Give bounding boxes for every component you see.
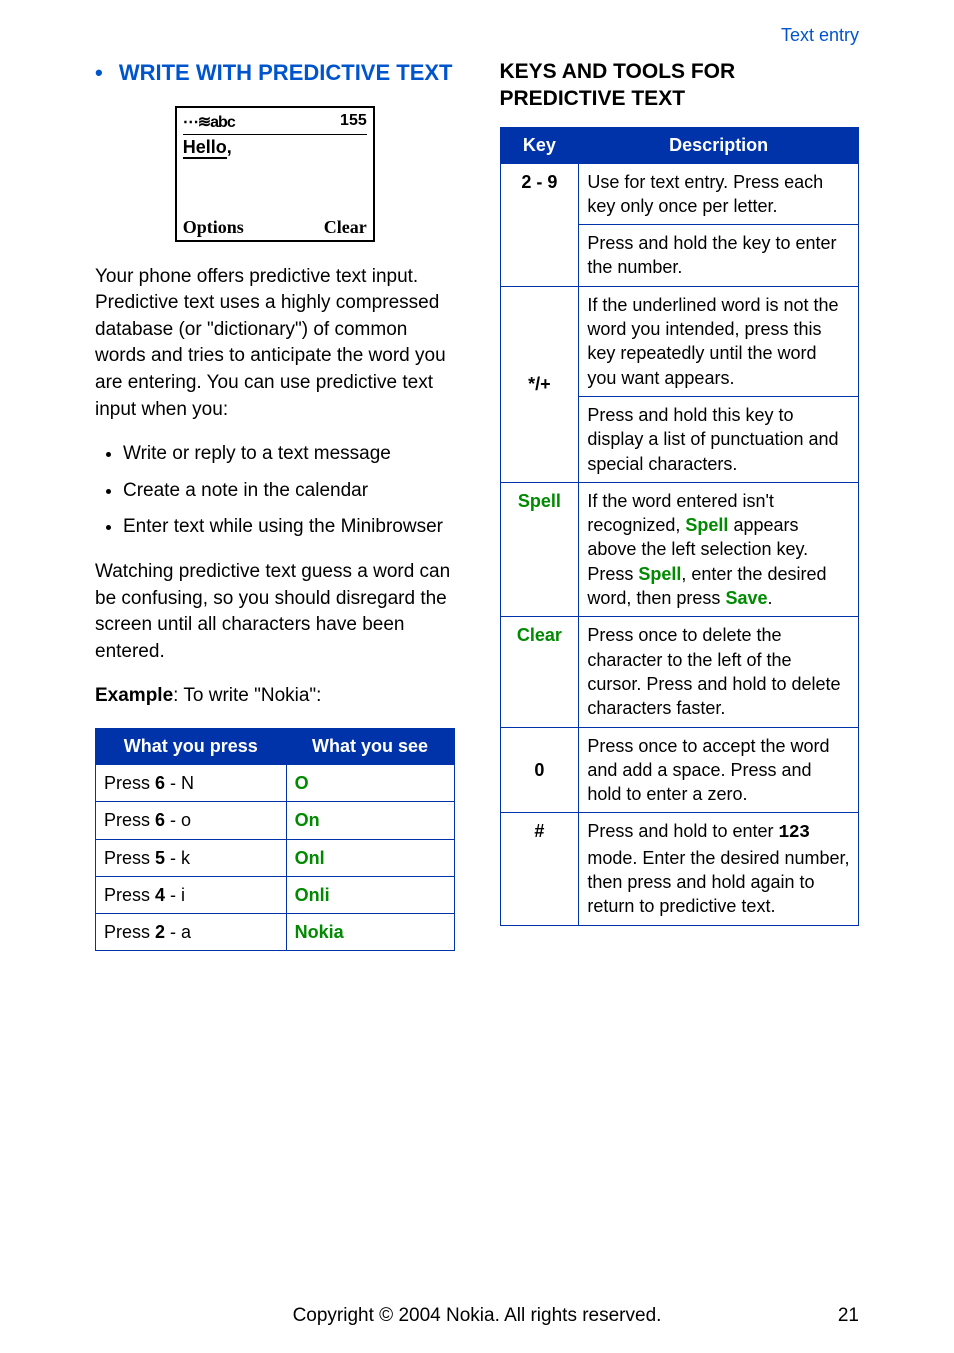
heading-text: WRITE WITH PREDICTIVE TEXT — [119, 60, 453, 85]
desc-part: If the underlined word is not the word y… — [579, 287, 858, 396]
press-pre: Press — [104, 848, 155, 868]
key-cell: */+ — [500, 286, 579, 482]
desc-cell: If the underlined word is not the word y… — [579, 286, 859, 482]
copyright-text: Copyright © 2004 Nokia. All rights reser… — [0, 1305, 954, 1327]
example-table: What you press What you see Press 6 - N … — [95, 728, 455, 951]
list-item: Enter text while using the Minibrowser — [123, 514, 455, 541]
press-suf: - i — [165, 885, 185, 905]
press-key: 6 — [155, 810, 165, 830]
col-header-desc: Description — [579, 127, 859, 163]
desc-text: . — [767, 588, 772, 608]
press-suf: - k — [165, 848, 190, 868]
phone-screenshot: ⋯≋abc 155 Hello, Options Clear — [175, 106, 375, 242]
see-cell: On — [286, 802, 454, 839]
table-row: Press 4 - i Onli — [96, 876, 455, 913]
key-cell: 2 - 9 — [500, 163, 579, 286]
section-heading-right: KEYS AND TOOLS FOR PREDICTIVE TEXT — [500, 58, 860, 113]
press-pre: Press — [104, 810, 155, 830]
press-suf: - o — [165, 810, 191, 830]
key-cell-spell: Spell — [500, 482, 579, 616]
desc-part: Press and hold the key to enter the numb… — [579, 224, 858, 286]
keys-table: Key Description 2 - 9 Use for text entry… — [500, 127, 860, 926]
desc-text: Press and hold to enter — [587, 821, 778, 841]
press-suf: - N — [165, 773, 194, 793]
key-cell: 0 — [500, 727, 579, 813]
table-row: # Press and hold to enter 123 mode. Ente… — [500, 813, 859, 925]
table-row: */+ If the underlined word is not the wo… — [500, 286, 859, 482]
bullet-icon: • — [95, 60, 103, 85]
example-text: : To write "Nokia": — [173, 685, 321, 706]
table-row: Press 6 - N O — [96, 765, 455, 802]
press-pre: Press — [104, 885, 155, 905]
desc-cell: Use for text entry. Press each key only … — [579, 163, 859, 286]
header-breadcrumb: Text entry — [95, 25, 859, 46]
see-cell: Onl — [286, 839, 454, 876]
table-row: Press 5 - k Onl — [96, 839, 455, 876]
table-row: Press 6 - o On — [96, 802, 455, 839]
list-item: Create a note in the calendar — [123, 478, 455, 505]
key-cell: # — [500, 813, 579, 925]
desc-cell: If the word entered isn't recognized, Sp… — [579, 482, 859, 616]
press-key: 5 — [155, 848, 165, 868]
press-key: 6 — [155, 773, 165, 793]
use-case-list: Write or reply to a text message Create … — [95, 441, 455, 541]
see-cell: Nokia — [286, 914, 454, 951]
press-key: 2 — [155, 922, 165, 942]
char-count: 155 — [340, 112, 367, 132]
intro-paragraph: Your phone offers predictive text input.… — [95, 264, 455, 424]
section-heading-left: • WRITE WITH PREDICTIVE TEXT — [95, 58, 455, 88]
see-cell: Onli — [286, 876, 454, 913]
example-label: Example — [95, 685, 173, 706]
press-pre: Press — [104, 773, 155, 793]
table-row: Clear Press once to delete the character… — [500, 617, 859, 727]
key-cell-clear: Clear — [500, 617, 579, 727]
table-row: Spell If the word entered isn't recogniz… — [500, 482, 859, 616]
desc-cell: Press and hold to enter 123 mode. Enter … — [579, 813, 859, 925]
spell-keyword: Spell — [638, 564, 681, 584]
predictive-mode-icon: ⋯≋abc — [183, 112, 235, 132]
desc-part: Use for text entry. Press each key only … — [579, 164, 858, 225]
table-row: 2 - 9 Use for text entry. Press each key… — [500, 163, 859, 286]
press-suf: - a — [165, 922, 191, 942]
col-header-key: Key — [500, 127, 579, 163]
press-pre: Press — [104, 922, 155, 942]
desc-part: Press and hold this key to display a lis… — [579, 396, 858, 482]
col-header-see: What you see — [286, 729, 454, 765]
softkey-clear: Clear — [324, 217, 367, 238]
example-line: Example: To write "Nokia": — [95, 683, 455, 710]
desc-cell: Press once to accept the word and add a … — [579, 727, 859, 813]
list-item: Write or reply to a text message — [123, 441, 455, 468]
page-number: 21 — [838, 1305, 859, 1327]
mode-123-icon: 123 — [778, 823, 809, 843]
table-row: Press 2 - a Nokia — [96, 914, 455, 951]
spell-keyword: Spell — [685, 515, 728, 535]
see-cell: O — [286, 765, 454, 802]
table-row: 0 Press once to accept the word and add … — [500, 727, 859, 813]
save-keyword: Save — [725, 588, 767, 608]
softkey-options: Options — [183, 217, 244, 238]
desc-cell: Press once to delete the character to th… — [579, 617, 859, 727]
press-key: 4 — [155, 885, 165, 905]
desc-text: mode. Enter the desired number, then pre… — [587, 848, 849, 917]
col-header-press: What you press — [96, 729, 287, 765]
cursor: , — [227, 137, 232, 157]
typed-word: Hello — [183, 137, 227, 159]
watching-paragraph: Watching predictive text guess a word ca… — [95, 559, 455, 665]
